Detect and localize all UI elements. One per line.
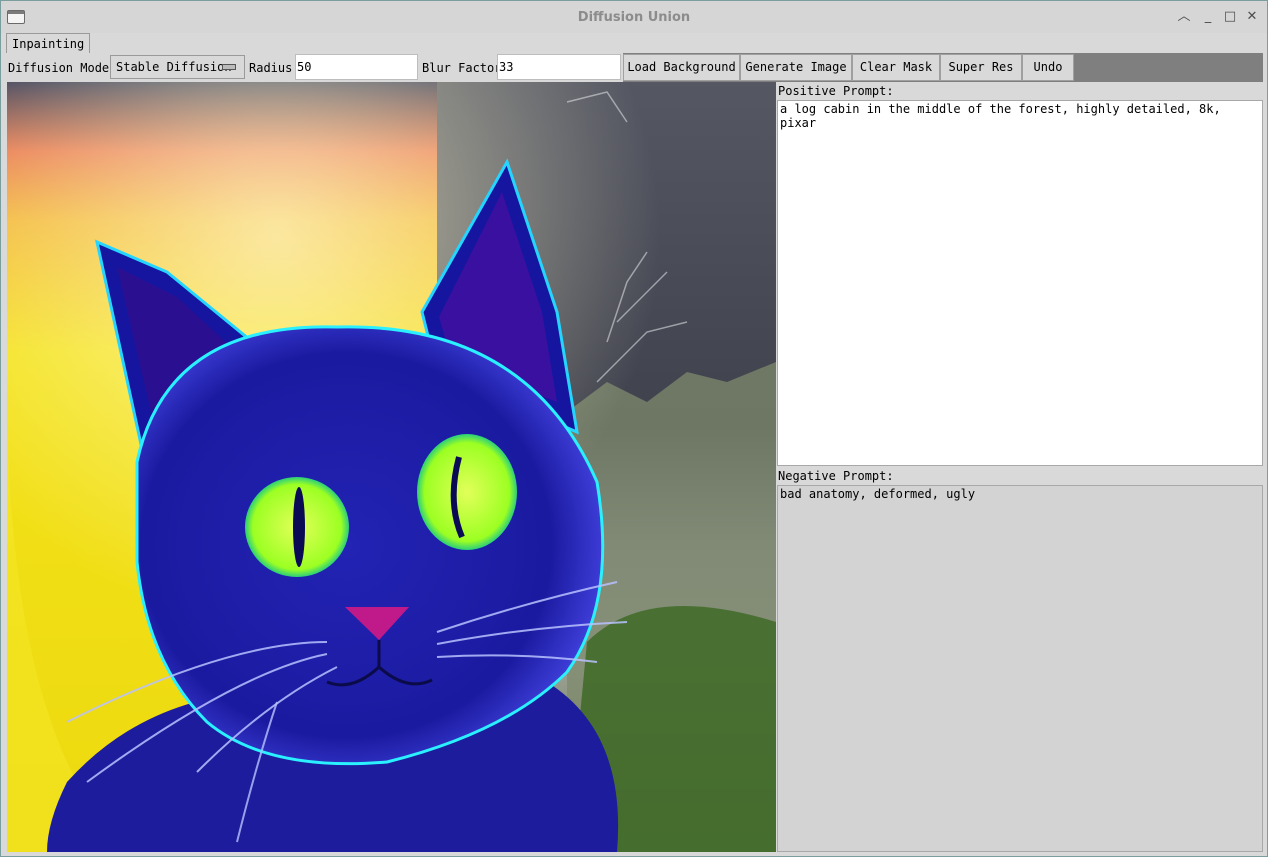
- toolbar: Diffusion Model: Stable Diffusion Radius…: [7, 53, 1263, 82]
- prompt-panel: Positive Prompt: a log cabin in the midd…: [776, 82, 1264, 852]
- blur-factor-label: Blur Factor:: [422, 61, 509, 75]
- radius-label: Radius:: [249, 61, 300, 75]
- undo-button[interactable]: Undo: [1022, 54, 1074, 81]
- radius-input[interactable]: 50: [295, 54, 418, 80]
- dropdown-indicator-icon: [222, 64, 236, 70]
- diffusion-model-label: Diffusion Model:: [8, 61, 124, 75]
- negative-prompt-label: Negative Prompt:: [778, 469, 894, 483]
- maximize-icon[interactable]: □: [1220, 7, 1240, 27]
- super-res-button[interactable]: Super Res: [940, 54, 1022, 81]
- image-canvas[interactable]: [7, 82, 776, 852]
- generated-image: [7, 82, 776, 852]
- generate-image-button[interactable]: Generate Image: [740, 54, 852, 81]
- window-title: Diffusion Union: [577, 10, 691, 25]
- load-background-button[interactable]: Load Background: [623, 54, 740, 81]
- tab-bar: Inpainting: [1, 33, 1267, 53]
- clear-mask-button[interactable]: Clear Mask: [852, 54, 940, 81]
- chevron-up-icon[interactable]: ︿: [1174, 7, 1194, 27]
- close-icon[interactable]: ✕: [1242, 7, 1262, 27]
- positive-prompt-textarea[interactable]: a log cabin in the middle of the forest,…: [777, 100, 1263, 466]
- tab-inpainting[interactable]: Inpainting: [6, 33, 91, 53]
- title-bar[interactable]: Diffusion Union ︿ _ □ ✕: [1, 1, 1267, 33]
- negative-prompt-textarea[interactable]: bad anatomy, deformed, ugly: [777, 485, 1263, 852]
- positive-prompt-label: Positive Prompt:: [778, 84, 894, 98]
- diffusion-model-value: Stable Diffusion: [116, 60, 232, 74]
- minimize-icon[interactable]: _: [1198, 7, 1218, 27]
- app-window: Diffusion Union ︿ _ □ ✕ Inpainting Diffu…: [0, 0, 1268, 857]
- diffusion-model-select[interactable]: Stable Diffusion: [110, 55, 245, 79]
- blur-factor-input[interactable]: 33: [497, 54, 621, 80]
